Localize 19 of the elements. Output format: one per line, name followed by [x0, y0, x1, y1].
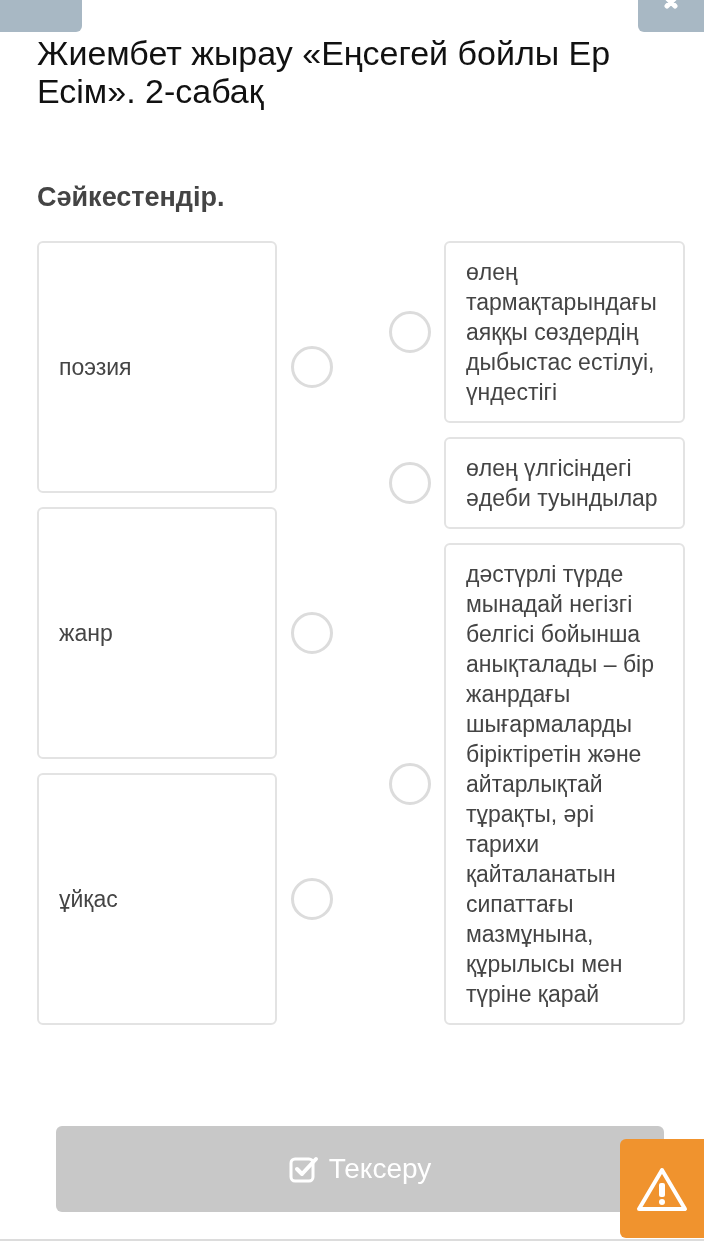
match-card[interactable]: поэзия [37, 241, 277, 493]
match-card[interactable]: өлең үлгісіндегі әдеби туындылар [444, 437, 685, 529]
match-card[interactable]: дәстүрлі түрде мынадай негізгі белгісі бойынша анықталады – бір жанрдағы шығармаларды біріктіретін және айтарлықтай тұрақты, әрі тарихи қайталанатын сипаттағы мазмұнына, құрылысы мен түріне қарай [444, 543, 685, 1025]
close-button[interactable] [638, 0, 704, 32]
connector-handle[interactable] [291, 346, 333, 388]
match-card[interactable]: өлең тармақтарындағы аяққы сөздердің дыбыстас естілуі, үндестігі [444, 241, 685, 423]
toolbar-tab[interactable] [0, 0, 82, 32]
instruction-text: Сәйкестендір. [37, 182, 226, 213]
checkbox-icon [288, 1154, 319, 1184]
connector-handle[interactable] [291, 878, 333, 920]
connector-handle[interactable] [389, 763, 431, 805]
connector-handle[interactable] [291, 612, 333, 654]
connector-handle[interactable] [389, 311, 431, 353]
report-button[interactable] [620, 1139, 704, 1238]
lesson-title: Жиембет жырау «Еңсегей бойлы Ер Есім». 2-сабақ [37, 34, 612, 110]
warning-icon [636, 1165, 688, 1212]
connector-handle[interactable] [389, 462, 431, 504]
match-card[interactable]: ұйқас [37, 773, 277, 1025]
match-card[interactable]: жанр [37, 507, 277, 759]
